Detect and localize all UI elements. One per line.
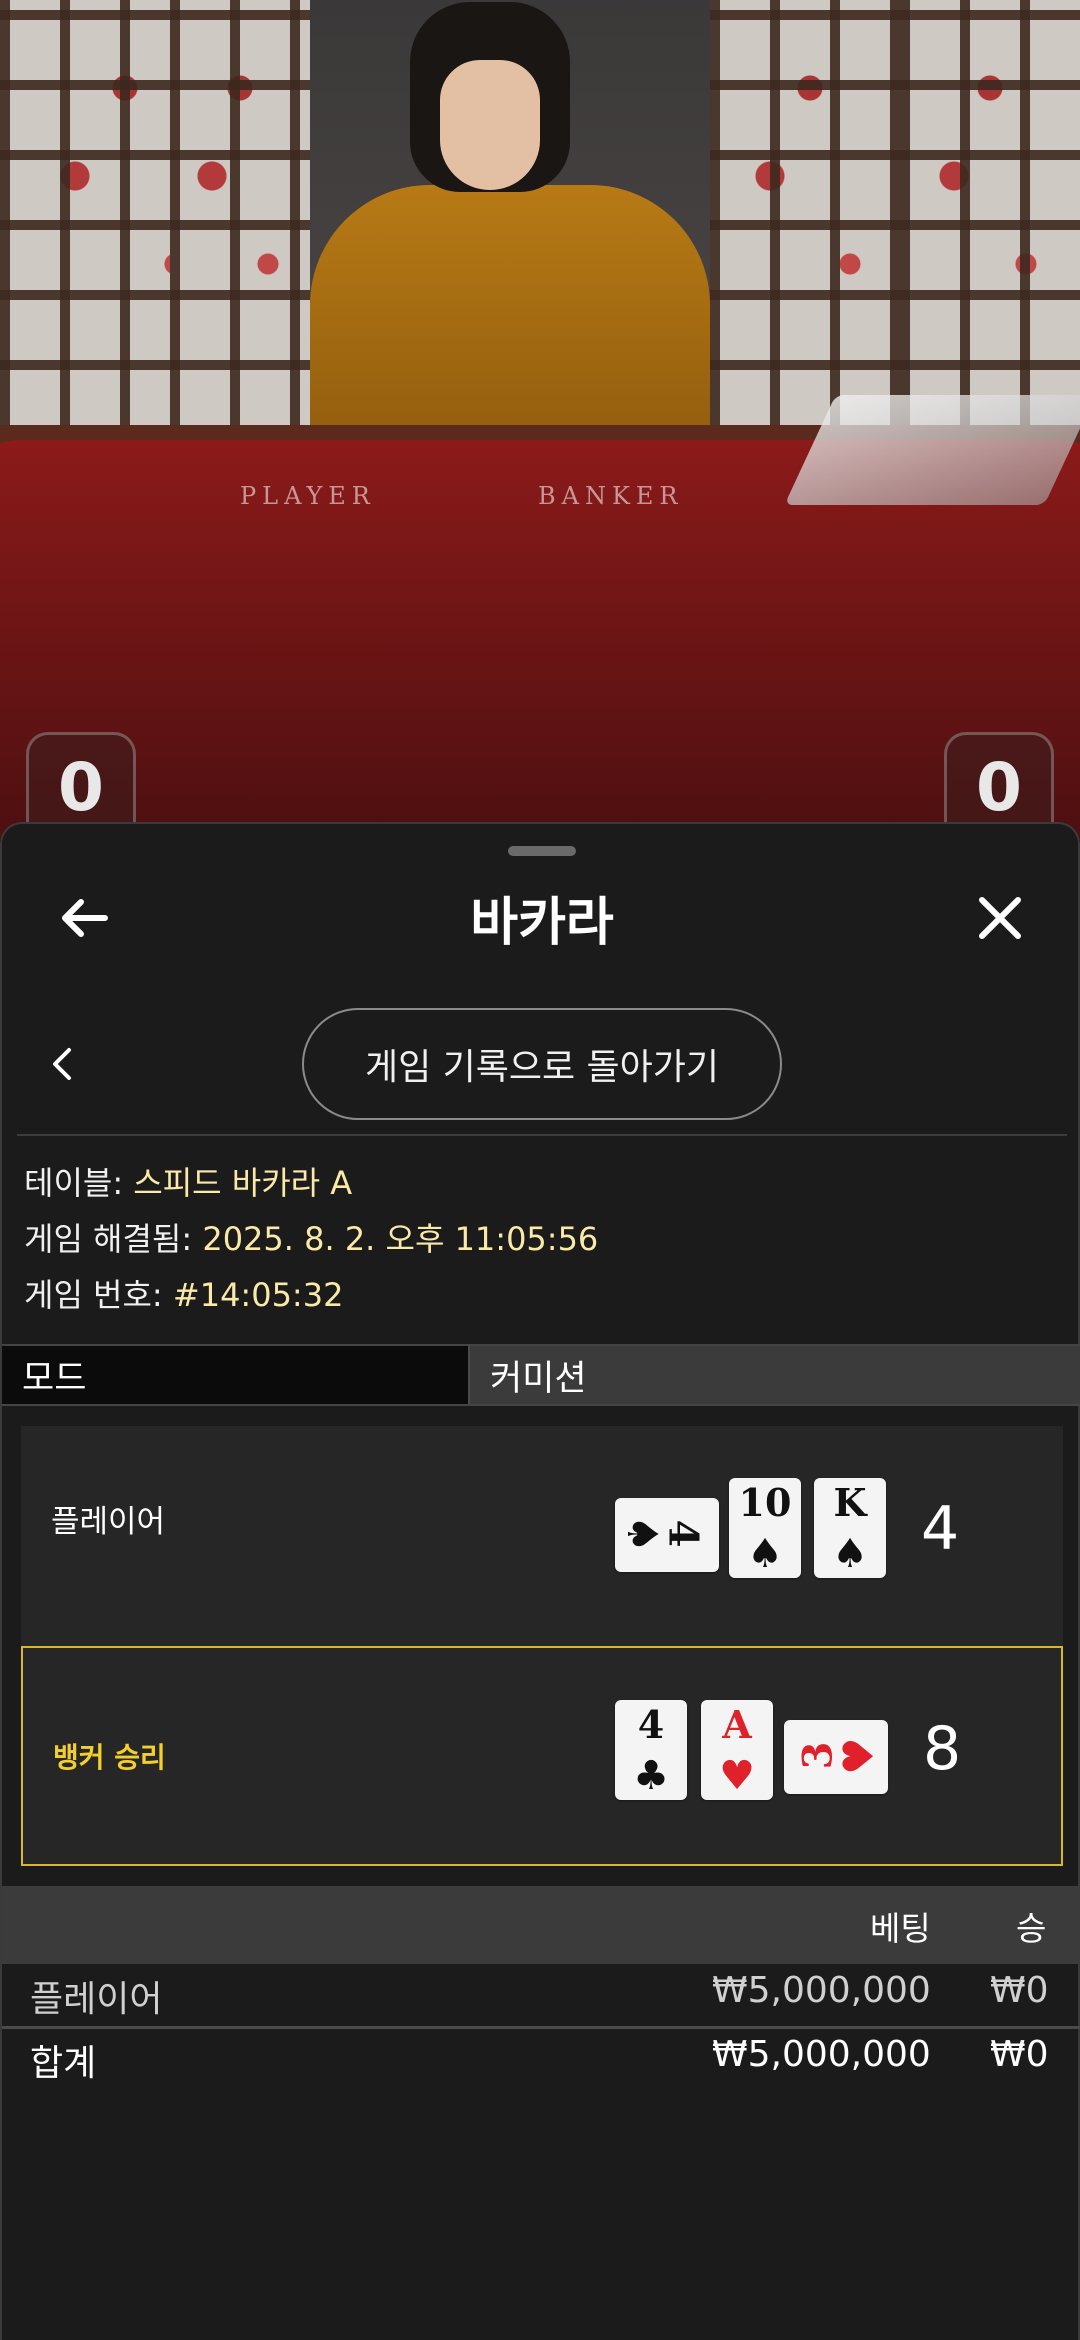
heart-icon: ♥: [834, 1737, 884, 1775]
banker-hand-label: 뱅커 승리: [53, 1741, 166, 1774]
info-number-label: 게임 번호:: [24, 1276, 173, 1314]
back-to-history-button[interactable]: 게임 기록으로 돌아가기: [302, 1008, 782, 1120]
banker-card-2-rank: A: [722, 1702, 752, 1747]
bets-table-header: 베팅 승: [2, 1886, 1080, 1964]
info-table-value: 스피드 바카라 A: [133, 1164, 353, 1202]
table-label-player: PLAYER: [240, 482, 376, 510]
game-detail-sheet: 바카라 게임 기록으로 돌아가기 테이블: 스피드 바카라 A 게임 해결됨: …: [0, 822, 1080, 2340]
club-icon: ♣: [633, 1753, 669, 1799]
info-number-value: #14:05:32: [172, 1276, 344, 1314]
card-shoe: [784, 395, 1080, 505]
sheet-drag-handle[interactable]: [508, 846, 576, 856]
spade-icon: ♠: [832, 1531, 868, 1577]
banker-hand-total: 8: [923, 1714, 962, 1784]
player-hand-label: 플레이어: [51, 1504, 166, 1540]
bets-row-total: 합계 ₩5,000,000 ₩0: [2, 2030, 1080, 2092]
screen-panel-left-inner: [170, 0, 310, 440]
bets-total-win: ₩0: [990, 2034, 1049, 2075]
player-hand-total: 4: [921, 1494, 960, 1564]
close-button[interactable]: [968, 886, 1032, 950]
banker-hand-row: 뱅커 승리 4 ♣ A ♥ ♥ 3 8: [21, 1646, 1063, 1866]
banker-card-1: 4 ♣: [615, 1700, 687, 1800]
bets-row-player: 플레이어 ₩5,000,000 ₩0: [2, 1966, 1080, 2028]
bets-total-bet: ₩5,000,000: [712, 2034, 931, 2075]
bets-total-label: 합계: [30, 2043, 97, 2084]
divider: [17, 1134, 1067, 1136]
banker-card-2: A ♥: [701, 1700, 773, 1800]
banker-card-3: ♥ 3: [784, 1720, 888, 1794]
player-card-2-rank: 10: [738, 1480, 792, 1525]
heart-icon: ♥: [719, 1753, 755, 1799]
info-resolved-value: 2025. 8. 2. 오후 11:05:56: [202, 1220, 599, 1258]
info-game-number: 게임 번호: #14:05:32: [24, 1270, 343, 1316]
prev-game-button[interactable]: [42, 1038, 82, 1090]
live-video: PLAYER BANKER 0 0: [0, 0, 1080, 840]
close-icon: [979, 897, 1021, 939]
info-table: 테이블: 스피드 바카라 A: [24, 1158, 352, 1204]
info-table-label: 테이블:: [24, 1164, 134, 1202]
info-resolved: 게임 해결됨: 2025. 8. 2. 오후 11:05:56: [24, 1214, 598, 1260]
dealer-face: [440, 60, 540, 190]
tab-bar: 모드 커미션: [2, 1344, 1080, 1406]
bets-col-bet: 베팅: [870, 1909, 931, 1948]
page-title: 바카라: [470, 893, 614, 953]
history-subnav: 게임 기록으로 돌아가기: [2, 1008, 1080, 1120]
player-card-1: ♠ 4: [615, 1498, 719, 1572]
spade-icon: ♠: [747, 1531, 783, 1577]
screen-panel-right: [900, 0, 1080, 440]
bets-row-win: ₩0: [990, 1970, 1049, 2011]
banker-card-1-rank: 4: [637, 1702, 665, 1747]
bets-row-label: 플레이어: [30, 1979, 163, 2020]
bets-row-bet: ₩5,000,000: [712, 1970, 931, 2011]
chevron-left-icon: [53, 1048, 71, 1080]
screen-panel-right-inner: [710, 0, 910, 440]
player-card-3-rank: K: [833, 1480, 867, 1525]
tab-mode[interactable]: 모드: [2, 1346, 470, 1404]
table-label-banker: BANKER: [538, 482, 684, 510]
bets-col-win: 승: [1016, 1909, 1047, 1948]
player-card-2: 10 ♠: [729, 1478, 801, 1578]
tab-commission[interactable]: 커미션: [470, 1346, 1080, 1404]
info-resolved-label: 게임 해결됨:: [24, 1220, 203, 1258]
sheet-header: 바카라: [2, 872, 1080, 964]
player-hand-row: 플레이어 ♠ 4 10 ♠ K ♠ 4: [21, 1426, 1063, 1646]
player-card-3: K ♠: [814, 1478, 886, 1578]
player-card-1-rank: 4: [659, 1519, 707, 1548]
bets-row-divider: [2, 2026, 1080, 2029]
banker-card-3-rank: 3: [794, 1741, 842, 1770]
